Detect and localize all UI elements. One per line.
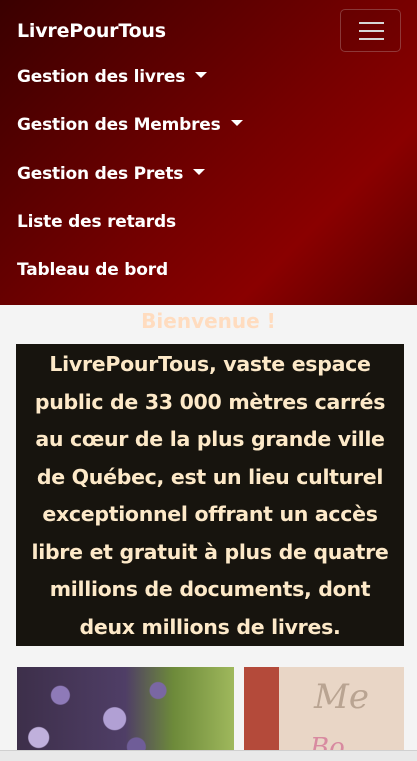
nav-item-label: Gestion des Membres	[17, 115, 221, 135]
nav-item-liste-retards[interactable]: Liste des retards	[17, 212, 176, 232]
nav-item-label: Tableau de bord	[17, 260, 168, 280]
hamburger-icon-bar	[359, 30, 384, 32]
nav-item-tableau-de-bord[interactable]: Tableau de bord	[17, 260, 168, 280]
intro-text: LivrePourTous, vaste espace public de 33…	[31, 352, 389, 639]
intro-panel: LivrePourTous, vaste espace public de 33…	[16, 344, 404, 646]
caret-down-icon	[195, 72, 208, 78]
card-image-text: Me	[314, 677, 369, 717]
nav-item-gestion-prets[interactable]: Gestion des Prets	[17, 164, 206, 184]
brand-logo[interactable]: LivrePourTous	[17, 20, 166, 42]
nav-item-gestion-membres[interactable]: Gestion des Membres	[17, 115, 243, 135]
menu-toggle-button[interactable]	[340, 9, 401, 52]
caret-down-icon	[230, 120, 243, 126]
nav-item-gestion-livres[interactable]: Gestion des livres	[17, 67, 208, 87]
nav-item-label: Liste des retards	[17, 212, 176, 232]
hamburger-icon	[359, 22, 384, 24]
card-image-books[interactable]: Me Bo	[244, 667, 404, 761]
welcome-heading: Bienvenue !	[141, 309, 276, 333]
browser-bottom-bar	[0, 750, 417, 761]
navbar: LivrePourTous Gestion des livres Gestion…	[0, 0, 417, 305]
nav-item-label: Gestion des Prets	[17, 164, 184, 184]
caret-down-icon	[193, 169, 206, 175]
hamburger-icon-bar	[359, 38, 384, 40]
nav-item-label: Gestion des livres	[17, 67, 186, 87]
card-image-flowers[interactable]	[17, 667, 234, 761]
